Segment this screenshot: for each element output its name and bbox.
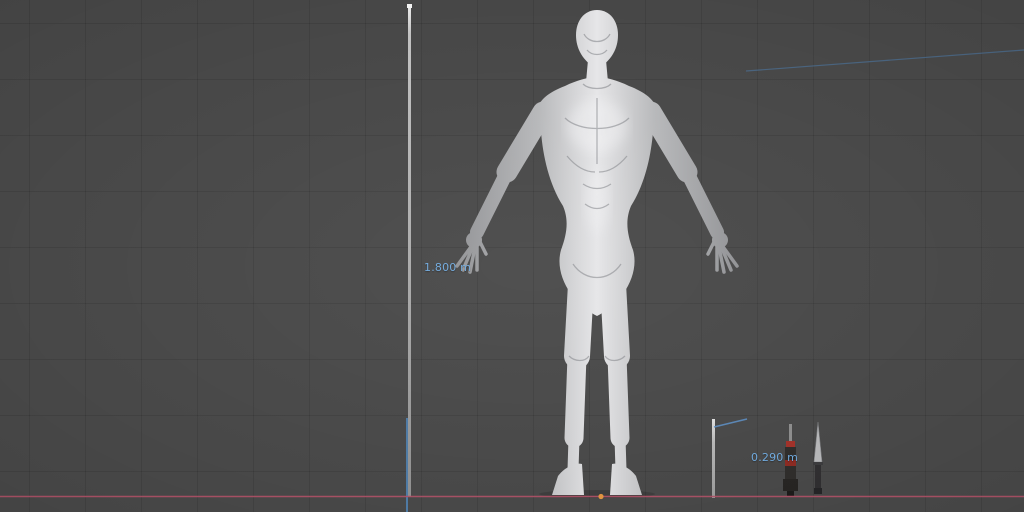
height-reference-plane[interactable] — [408, 5, 411, 497]
left-arm — [455, 101, 554, 274]
figure-body — [455, 10, 739, 495]
head — [576, 10, 618, 67]
right-foot — [610, 463, 642, 495]
humanoid-model-svg — [455, 10, 739, 498]
abdomen-highlight — [584, 171, 610, 231]
left-foot — [552, 463, 584, 495]
viewport-3d[interactable]: 1.800 m 0.290 m — [0, 0, 1024, 512]
height-reference-plane-top-cap — [407, 4, 412, 8]
z-axis-line — [406, 418, 408, 512]
right-arm — [640, 101, 739, 274]
measurement-label-prop-height: 0.290 m — [751, 451, 799, 464]
humanoid-character-model[interactable] — [437, 6, 757, 502]
dagger-prop[interactable] — [813, 421, 823, 494]
measurement-label-figure-height: 1.800 m — [424, 261, 472, 274]
